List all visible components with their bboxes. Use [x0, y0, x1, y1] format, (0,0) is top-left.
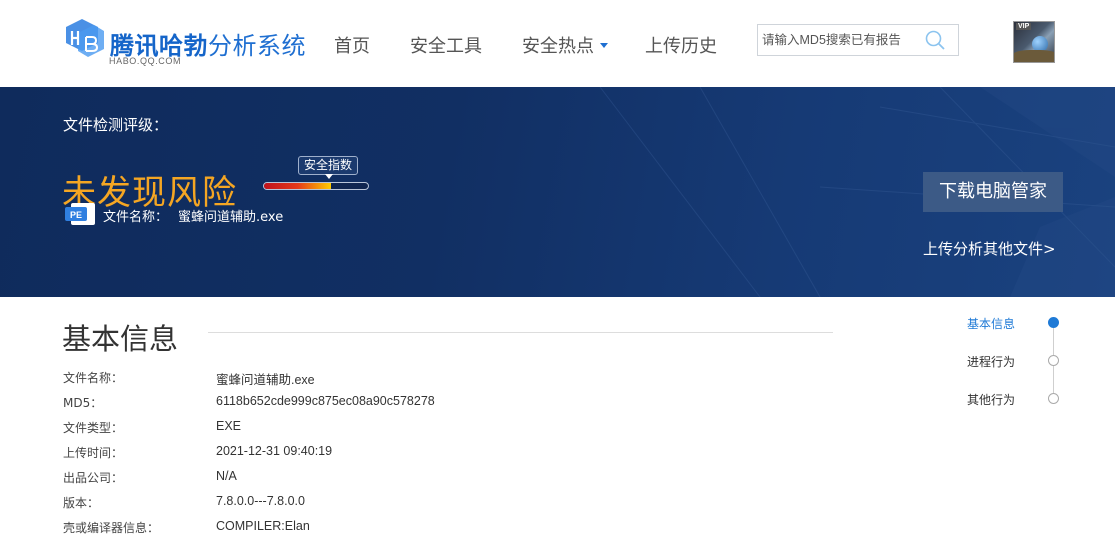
pe-file-icon: PE [65, 203, 95, 225]
info-value: EXE [216, 419, 242, 433]
info-value: 2021-12-31 09:40:19 [216, 444, 333, 458]
top-header: 腾讯哈勃分析系统 HABO.QQ.COM 首页 安全工具 安全热点 上传历史 V… [0, 0, 1115, 87]
md5-search [757, 24, 959, 56]
info-label: 上传时间： [63, 446, 124, 460]
gauge-tooltip: 安全指数 [298, 156, 359, 179]
section-title-basic-info: 基本信息 [62, 322, 179, 356]
security-gauge-fill [264, 183, 331, 189]
info-label: 版本： [63, 496, 100, 510]
info-label: MD5： [63, 396, 103, 410]
rating-label: 文件检测评级： [63, 116, 169, 134]
md5-search-input[interactable] [758, 25, 924, 55]
security-gauge [263, 182, 369, 190]
habo-logo-icon [66, 19, 104, 57]
timeline-item-other-behavior[interactable]: 其他行为 [967, 391, 1015, 408]
nav-security-hotspots[interactable]: 安全热点 [522, 32, 608, 58]
nav-upload-history[interactable]: 上传历史 [645, 32, 717, 58]
download-pc-manager-button[interactable]: 下载电脑管家 [923, 172, 1063, 212]
search-icon[interactable] [924, 29, 946, 51]
brand-domain: HABO.QQ.COM [109, 56, 182, 66]
info-value: 蜜蜂问道辅助.exe [216, 373, 315, 387]
file-name-value: 蜜蜂问道辅助.exe [178, 210, 284, 225]
caret-down-icon [600, 43, 608, 48]
nav-security-hotspots-label: 安全热点 [522, 36, 594, 57]
user-avatar[interactable]: VIP [1013, 21, 1055, 63]
info-label: 壳或编译器信息： [63, 521, 160, 535]
timeline-item-process-behavior[interactable]: 进程行为 [967, 353, 1015, 370]
vip-badge: VIP [1016, 23, 1032, 30]
avatar-ground [1014, 50, 1054, 62]
timeline-dot[interactable] [1048, 355, 1059, 366]
timeline-dot-active[interactable] [1048, 317, 1059, 328]
file-name-label: 文件名称： [103, 210, 169, 225]
nav-security-tools[interactable]: 安全工具 [410, 32, 482, 58]
info-value: N/A [216, 469, 237, 483]
info-value: COMPILER:Elan [216, 519, 310, 533]
upload-other-files-link[interactable]: 上传分析其他文件> [923, 238, 1056, 259]
result-banner: 文件检测评级： 未发现风险 安全指数 PE 文件名称： 蜜蜂问道辅助.exe 下… [0, 87, 1115, 297]
nav-home[interactable]: 首页 [334, 32, 370, 58]
info-label: 文件类型： [63, 421, 124, 435]
info-label: 文件名称： [63, 371, 124, 385]
pe-file-icon-text: PE [70, 210, 82, 220]
habo-logo[interactable]: 腾讯哈勃分析系统 HABO.QQ.COM [64, 16, 306, 72]
brand-name-rest: 分析系统 [208, 32, 306, 60]
timeline-dot[interactable] [1048, 393, 1059, 404]
info-value: 7.8.0.0---7.8.0.0 [216, 494, 305, 508]
timeline-item-basic-info[interactable]: 基本信息 [967, 315, 1015, 332]
info-value: 6118b652cde999c875ec08a90c578278 [216, 394, 435, 408]
info-label: 出品公司： [63, 471, 124, 485]
section-divider [208, 332, 833, 333]
